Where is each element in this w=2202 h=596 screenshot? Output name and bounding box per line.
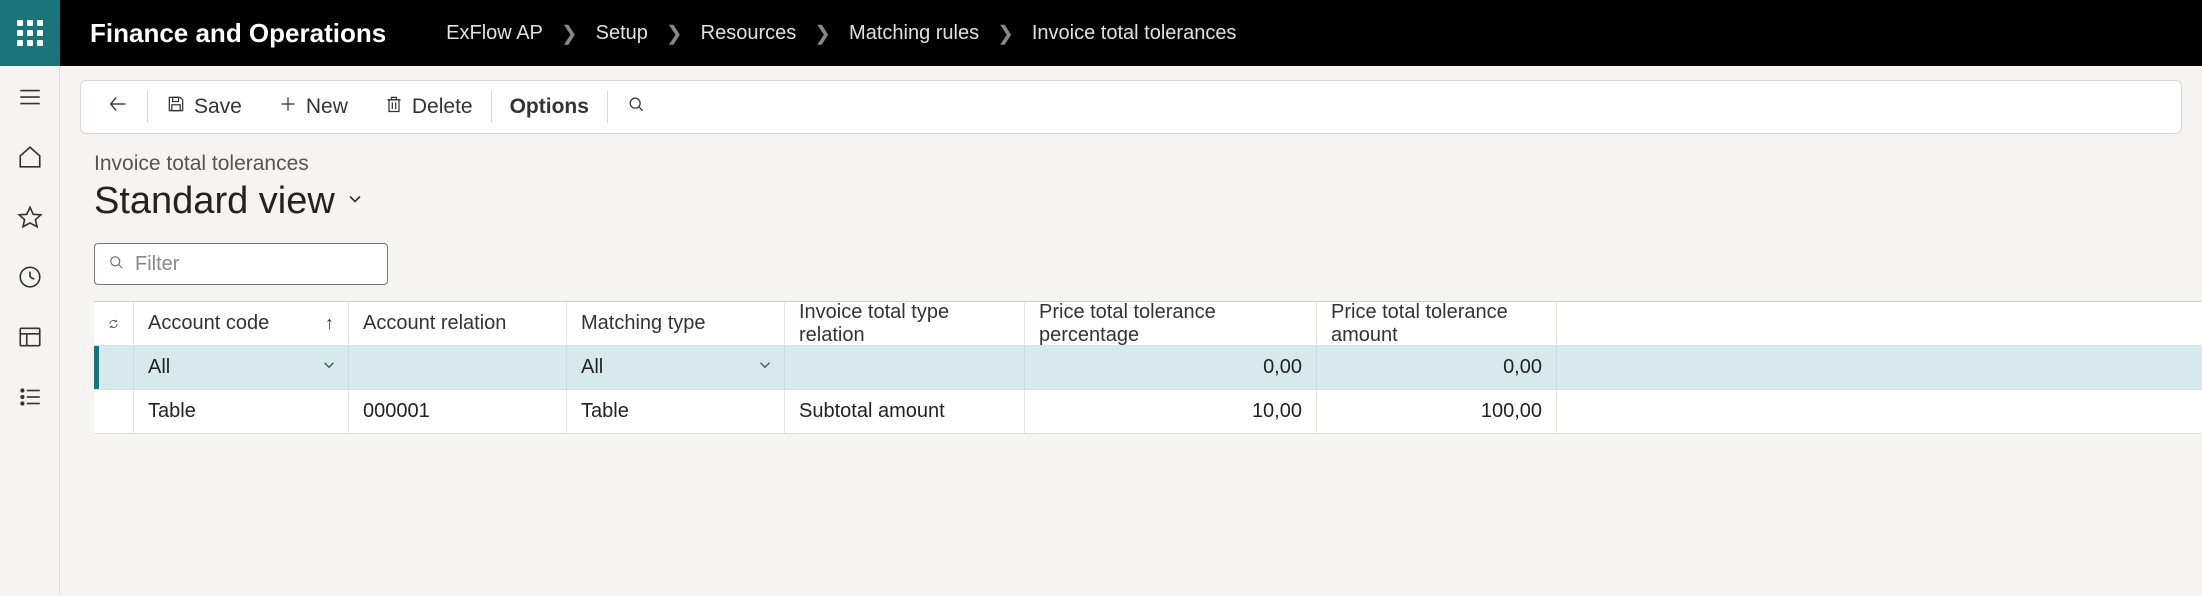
cell-value: 10,00 <box>1252 400 1302 423</box>
page-subtitle: Invoice total tolerances <box>94 152 2168 176</box>
cell-account-code[interactable]: Table <box>134 390 349 433</box>
workspace-icon[interactable] <box>17 324 43 350</box>
list-icon[interactable] <box>17 384 43 410</box>
topbar: Finance and Operations ExFlow AP ❯ Setup… <box>0 0 2202 66</box>
plus-icon <box>278 94 298 120</box>
page-header: Invoice total tolerances Standard view <box>60 134 2202 233</box>
save-icon <box>166 94 186 120</box>
cell-pct[interactable]: 10,00 <box>1025 390 1317 433</box>
cell-matching-type[interactable]: Table <box>567 390 785 433</box>
delete-label: Delete <box>412 95 473 119</box>
cell-account-code[interactable]: All <box>134 346 349 389</box>
breadcrumb-item[interactable]: Resources <box>701 22 797 45</box>
toolbar: Save New Delete Options <box>80 80 2182 134</box>
hamburger-icon[interactable] <box>17 84 43 110</box>
table-row[interactable]: Table 000001 Table Subtotal amount 10,00… <box>94 390 2202 434</box>
col-header-label: Matching type <box>581 312 706 335</box>
page-title: Standard view <box>94 180 335 223</box>
col-header-matching-type[interactable]: Matching type <box>567 302 785 345</box>
row-selector-cell[interactable] <box>94 390 134 433</box>
chevron-down-icon <box>320 356 338 380</box>
col-header-amt[interactable]: Price total tolerance amount <box>1317 302 1557 345</box>
col-header-label: Invoice total type relation <box>799 301 1010 347</box>
col-header-label: Price total tolerance amount <box>1331 301 1542 347</box>
col-header-invoice-total-type-relation[interactable]: Invoice total type relation <box>785 302 1025 345</box>
content: Save New Delete Options <box>60 66 2202 596</box>
cell-pct[interactable]: 0,00 <box>1025 346 1317 389</box>
cell-value: Subtotal amount <box>799 400 945 423</box>
breadcrumb-item[interactable]: Setup <box>596 22 648 45</box>
chevron-down-icon <box>345 189 365 214</box>
delete-button[interactable]: Delete <box>366 81 491 133</box>
options-label: Options <box>510 95 589 119</box>
cell-value: Table <box>148 400 196 423</box>
col-header-account-code[interactable]: Account code ↑ <box>134 302 349 345</box>
chevron-right-icon: ❯ <box>561 21 578 46</box>
cell-value: All <box>581 356 603 379</box>
col-header-label: Account code <box>148 312 269 335</box>
cell-amt[interactable]: 0,00 <box>1317 346 1557 389</box>
chevron-down-icon <box>756 356 774 380</box>
new-label: New <box>306 95 348 119</box>
search-button[interactable] <box>608 81 664 133</box>
chevron-right-icon: ❯ <box>666 21 683 46</box>
col-header-pct[interactable]: Price total tolerance percentage <box>1025 302 1317 345</box>
cell-invoice-total-type-relation[interactable]: Subtotal amount <box>785 390 1025 433</box>
arrow-left-icon <box>107 93 129 121</box>
options-button[interactable]: Options <box>492 81 607 133</box>
cell-value: All <box>148 356 170 379</box>
chevron-right-icon: ❯ <box>997 21 1014 46</box>
cell-amt[interactable]: 100,00 <box>1317 390 1557 433</box>
col-header-label: Price total tolerance percentage <box>1039 301 1302 347</box>
grid-header-row: Account code ↑ Account relation Matching… <box>94 302 2202 346</box>
breadcrumb: ExFlow AP ❯ Setup ❯ Resources ❯ Matching… <box>446 21 1236 46</box>
cell-matching-type[interactable]: All <box>567 346 785 389</box>
cell-value: 000001 <box>363 400 430 423</box>
cell-invoice-total-type-relation[interactable] <box>785 346 1025 389</box>
data-grid: Account code ↑ Account relation Matching… <box>94 301 2202 434</box>
cell-value: 0,00 <box>1503 356 1542 379</box>
cell-value: Table <box>581 400 629 423</box>
search-icon <box>626 94 646 120</box>
breadcrumb-item[interactable]: ExFlow AP <box>446 22 543 45</box>
cell-value: 100,00 <box>1481 400 1542 423</box>
save-button[interactable]: Save <box>148 81 260 133</box>
table-row[interactable]: All All 0,00 <box>94 346 2202 390</box>
col-header-account-relation[interactable]: Account relation <box>349 302 567 345</box>
col-header-label: Account relation <box>363 312 506 335</box>
breadcrumb-item[interactable]: Invoice total tolerances <box>1032 22 1237 45</box>
home-icon[interactable] <box>17 144 43 170</box>
row-selector-cell[interactable] <box>94 346 134 389</box>
app-title: Finance and Operations <box>90 18 386 49</box>
chevron-right-icon: ❯ <box>814 21 831 46</box>
view-selector[interactable]: Standard view <box>94 180 2168 223</box>
filter-input-wrap[interactable] <box>94 243 388 285</box>
star-icon[interactable] <box>17 204 43 230</box>
search-icon <box>107 253 125 276</box>
new-button[interactable]: New <box>260 81 366 133</box>
waffle-icon <box>17 20 43 46</box>
trash-icon <box>384 94 404 120</box>
refresh-column-header[interactable] <box>94 302 134 345</box>
cell-value: 0,00 <box>1263 356 1302 379</box>
clock-icon[interactable] <box>17 264 43 290</box>
cell-account-relation[interactable] <box>349 346 567 389</box>
refresh-icon <box>108 314 119 334</box>
back-button[interactable] <box>89 81 147 133</box>
sort-asc-icon: ↑ <box>325 313 334 334</box>
breadcrumb-item[interactable]: Matching rules <box>849 22 979 45</box>
app-launcher-button[interactable] <box>0 0 60 66</box>
sidebar <box>0 66 60 596</box>
cell-account-relation[interactable]: 000001 <box>349 390 567 433</box>
save-label: Save <box>194 95 242 119</box>
filter-input[interactable] <box>135 253 400 276</box>
